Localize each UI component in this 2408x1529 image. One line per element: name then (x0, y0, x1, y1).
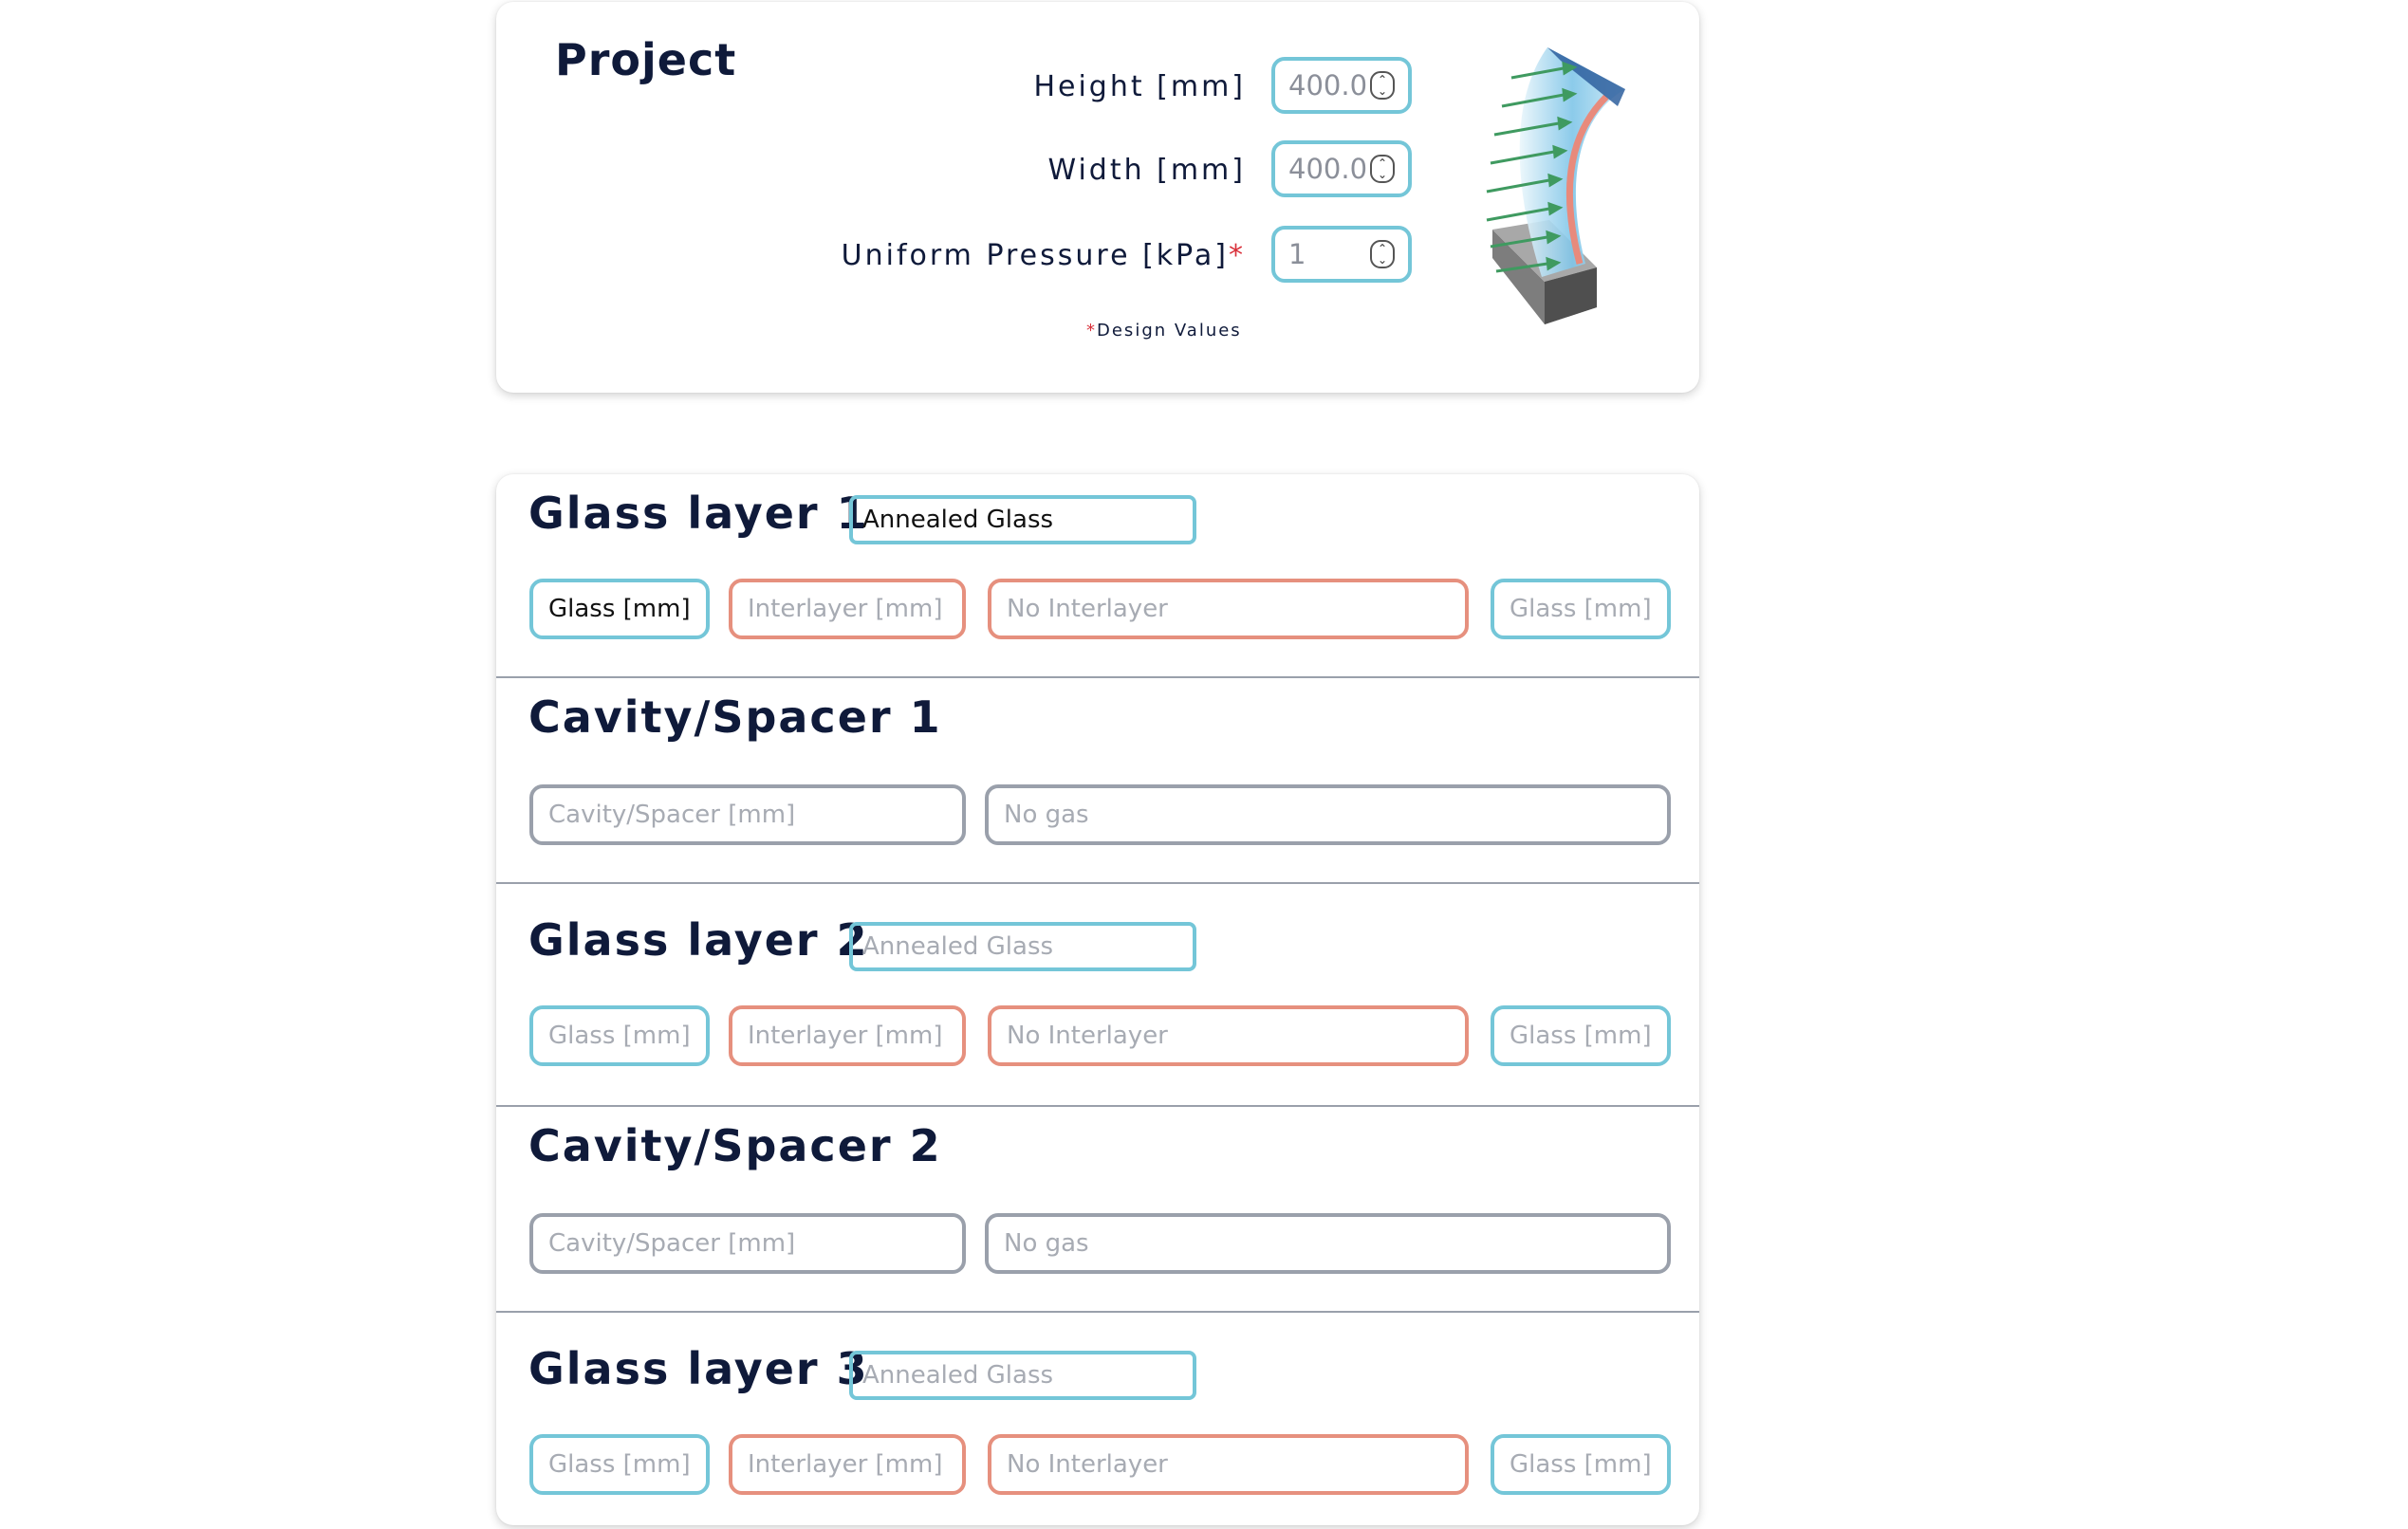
spin-up-down-icon[interactable]: ⌃ ⌄ (1370, 71, 1395, 100)
interlayer-thickness-input[interactable]: Interlayer [mm] (729, 1005, 966, 1066)
height-label: Height [mm] (1033, 70, 1246, 103)
required-marker: * (1229, 239, 1246, 272)
interlayer-type-select[interactable]: No Interlayer (988, 1005, 1469, 1066)
gas-type-select[interactable]: No gas (985, 784, 1671, 845)
section-title: Glass layer 2 (528, 914, 869, 966)
glass-thickness-input-1[interactable]: Glass [mm] (529, 1005, 710, 1066)
height-input[interactable]: 400.0 ⌃ ⌄ (1271, 57, 1412, 114)
project-card: Project Height [mm] 400.0 ⌃ ⌄ Width [mm] … (496, 2, 1699, 393)
glass-thickness-input-2[interactable]: Glass [mm] (1491, 1434, 1671, 1495)
pressure-label: Uniform Pressure [kPa]* (841, 239, 1246, 272)
cavity-spacer-2-section: Cavity/Spacer 2 Cavity/Spacer [mm] No ga… (496, 1107, 1699, 1311)
width-input[interactable]: 400.0 ⌃ ⌄ (1271, 140, 1412, 197)
section-title: Cavity/Spacer 1 (528, 691, 942, 743)
interlayer-thickness-input[interactable]: Interlayer [mm] (729, 579, 966, 639)
cavity-spacer-1-section: Cavity/Spacer 1 Cavity/Spacer [mm] No ga… (496, 678, 1699, 882)
glass-layer-2-section: Glass layer 2 Annealed Glass Glass [mm] … (496, 884, 1699, 1105)
glass-thickness-input-1[interactable]: Glass [mm] (529, 1434, 710, 1495)
width-label: Width [mm] (1047, 154, 1246, 187)
interlayer-type-select[interactable]: No Interlayer (988, 1434, 1469, 1495)
glass-type-select[interactable]: Annealed Glass (849, 1351, 1196, 1400)
glass-type-select[interactable]: Annealed Glass (849, 495, 1196, 544)
section-title: Glass layer 3 (528, 1343, 869, 1394)
glass-layer-1-section: Glass layer 1 Annealed Glass Glass [mm] … (496, 474, 1699, 676)
glass-layer-3-section: Glass layer 3 Annealed Glass Glass [mm] … (496, 1313, 1699, 1525)
glass-thickness-input-2[interactable]: Glass [mm] (1491, 1005, 1671, 1066)
cavity-thickness-input[interactable]: Cavity/Spacer [mm] (529, 1213, 966, 1274)
design-values-note: *Design Values (1086, 321, 1242, 341)
cavity-thickness-input[interactable]: Cavity/Spacer [mm] (529, 784, 966, 845)
bent-glass-pressure-illustration (1486, 47, 1625, 324)
layers-card: Glass layer 1 Annealed Glass Glass [mm] … (496, 474, 1699, 1525)
page: Project Height [mm] 400.0 ⌃ ⌄ Width [mm] … (0, 0, 2408, 1529)
height-value: 400.0 (1288, 69, 1368, 101)
glass-type-select[interactable]: Annealed Glass (849, 922, 1196, 971)
pressure-value: 1 (1288, 238, 1306, 270)
section-title: Glass layer 1 (528, 488, 869, 539)
spin-up-down-icon[interactable]: ⌃ ⌄ (1370, 155, 1395, 183)
project-title: Project (555, 34, 737, 85)
interlayer-type-select[interactable]: No Interlayer (988, 579, 1469, 639)
interlayer-thickness-input[interactable]: Interlayer [mm] (729, 1434, 966, 1495)
section-title: Cavity/Spacer 2 (528, 1120, 942, 1171)
gas-type-select[interactable]: No gas (985, 1213, 1671, 1274)
glass-thickness-input-1[interactable]: Glass [mm] (529, 579, 710, 639)
width-value: 400.0 (1288, 153, 1368, 185)
glass-thickness-input-2[interactable]: Glass [mm] (1491, 579, 1671, 639)
pressure-input[interactable]: 1 ⌃ ⌄ (1271, 226, 1412, 283)
spin-up-down-icon[interactable]: ⌃ ⌄ (1370, 240, 1395, 268)
